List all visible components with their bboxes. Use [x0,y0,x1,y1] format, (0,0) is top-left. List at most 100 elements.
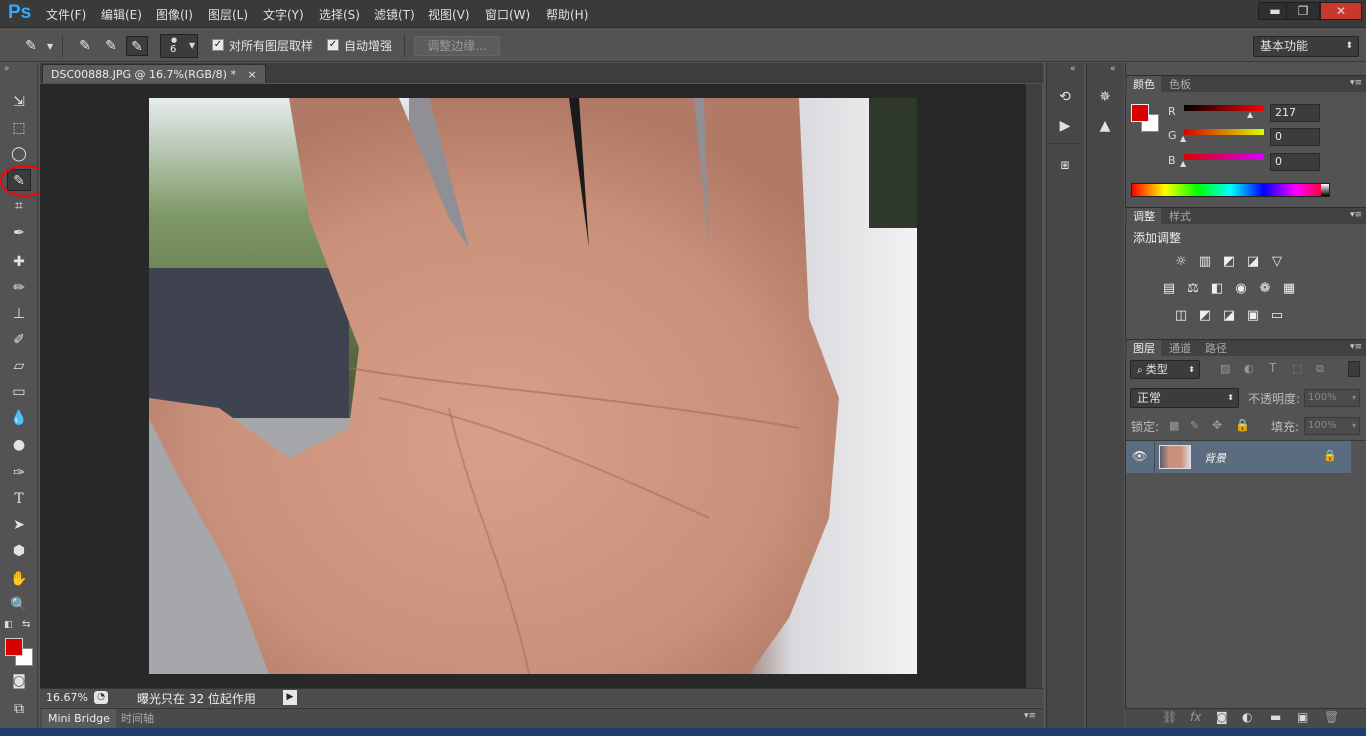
lock-transparent-icon[interactable]: ▩ [1169,419,1179,432]
histogram-icon[interactable]: ▲ [1093,115,1117,137]
fx-icon[interactable]: fx [1190,710,1201,724]
chevron-down-icon[interactable]: ▼ [47,42,53,51]
photo-canvas[interactable] [149,98,917,674]
panel-menu-icon[interactable]: ▾≡ [1024,711,1036,721]
eyedropper-tool-icon[interactable]: ✒ [7,222,31,244]
clone-stamp-tool-icon[interactable]: ⊥ [7,303,31,325]
menu-type[interactable]: 文字(Y) [263,6,304,23]
exposure-icon[interactable]: ◪ [1243,253,1263,271]
r-value-field[interactable]: 217 [1270,104,1320,122]
g-value-field[interactable]: 0 [1270,128,1320,146]
layer-name[interactable]: 背景 [1204,450,1226,466]
fill-field[interactable]: 100% ▾ [1304,417,1360,435]
brightness-contrast-icon[interactable]: ☼ [1171,253,1191,271]
collapse-icon[interactable]: » [4,64,10,74]
add-mask-icon[interactable]: ◙ [1216,710,1228,724]
levels-icon[interactable]: ▥ [1195,253,1215,271]
blur-tool-icon[interactable]: 💧 [7,407,31,429]
sample-all-layers-checkbox[interactable]: ✓ [212,39,224,51]
panel-menu-icon[interactable]: ▾≡ [1350,78,1362,88]
tab-channels[interactable]: 通道 [1163,340,1197,357]
restore-button[interactable]: ❐ [1286,2,1320,20]
status-info-icon[interactable]: ◔ [94,691,108,704]
quick-mask-icon[interactable]: ◙ [7,670,31,692]
document-tab[interactable]: DSC00888.JPG @ 16.7%(RGB/8) * × [42,64,266,83]
3d-panel-icon[interactable]: ⧆ [1053,154,1077,176]
vibrance-icon[interactable]: ▽ [1267,253,1287,271]
zoom-level[interactable]: 16.67% [46,691,88,704]
menu-view[interactable]: 视图(V) [428,6,470,23]
menu-image[interactable]: 图像(I) [156,6,193,23]
screen-mode-icon[interactable]: ⧉ [7,698,31,720]
gradient-tool-icon[interactable]: ▭ [7,381,31,403]
g-slider-thumb-icon[interactable]: ▲ [1180,134,1186,143]
filter-shape-icon[interactable]: ⬚ [1292,362,1302,375]
filter-adjustment-icon[interactable]: ◐ [1244,362,1254,375]
brush-size-picker[interactable]: ● 6 ▼ [160,34,198,58]
layer-filter-dropdown[interactable]: ⌕ 类型 ⬍ [1130,360,1200,379]
zoom-tool-icon[interactable]: 🔍 [7,594,31,616]
color-ramp-bw[interactable] [1321,184,1329,196]
link-layers-icon[interactable]: ⛓ [1162,710,1177,724]
adjustment-layer-icon[interactable]: ◐ [1242,710,1252,724]
workspace-dropdown[interactable]: 基本功能 ⬍ [1253,36,1359,57]
b-value-field[interactable]: 0 [1270,153,1320,171]
color-fg-swatch[interactable] [1131,104,1149,122]
tab-color[interactable]: 颜色 [1127,76,1161,93]
eraser-tool-icon[interactable]: ▱ [7,355,31,377]
type-tool-icon[interactable]: T [7,488,31,510]
menu-filter[interactable]: 滤镜(T) [374,6,415,23]
b-slider[interactable] [1184,154,1264,160]
lock-all-icon[interactable]: 🔒 [1235,418,1250,432]
marquee-tool-icon[interactable]: ⬚ [7,117,31,139]
layer-row[interactable]: 👁 背景 🔒 [1126,441,1351,473]
b-slider-thumb-icon[interactable]: ▲ [1180,159,1186,168]
swap-colors-icon[interactable]: ⇆ [22,619,30,630]
vertical-scrollbar[interactable] [1026,84,1042,688]
photo-filter-icon[interactable]: ◉ [1231,280,1251,298]
selective-color-icon[interactable]: ▣ [1243,307,1263,325]
status-menu-arrow-icon[interactable]: ▶ [283,690,297,705]
tab-adjustments[interactable]: 调整 [1127,208,1161,225]
shape-tool-icon[interactable]: ⬢ [7,540,31,562]
crop-tool-icon[interactable]: ⌗ [7,195,31,217]
healing-brush-tool-icon[interactable]: ✚ [7,251,31,273]
tab-timeline[interactable]: 时间轴 [118,709,157,728]
r-slider-thumb-icon[interactable]: ▲ [1247,110,1253,119]
tab-styles[interactable]: 样式 [1163,208,1197,225]
brush-tool-icon[interactable]: ✏ [7,277,31,299]
color-lookup-icon[interactable]: ▦ [1279,280,1299,298]
tab-swatches[interactable]: 色板 [1163,76,1197,93]
pen-tool-icon[interactable]: ✑ [7,462,31,484]
document-tab-close-icon[interactable]: × [247,68,256,81]
tab-mini-bridge[interactable]: Mini Bridge [42,709,116,728]
new-layer-icon[interactable]: ▣ [1297,710,1308,724]
quick-selection-preset-icon[interactable]: ✎ [20,36,42,56]
expand-icon[interactable]: « [1070,64,1076,74]
new-selection-brush-icon[interactable]: ✎ [74,36,96,56]
refine-edge-button[interactable]: 调整边缘... [414,36,500,56]
move-tool-icon[interactable]: ⇲ [7,91,31,113]
path-selection-tool-icon[interactable]: ➤ [7,514,31,536]
brush-presets-icon[interactable]: ✵ [1093,86,1117,108]
menu-edit[interactable]: 编辑(E) [101,6,142,23]
invert-icon[interactable]: ◫ [1171,307,1191,325]
expand-icon[interactable]: « [1110,64,1116,74]
delete-layer-icon[interactable]: 🗑 [1324,710,1339,724]
g-slider[interactable] [1184,129,1264,135]
menu-file[interactable]: 文件(F) [46,6,86,23]
new-group-icon[interactable]: ▬ [1270,710,1281,724]
color-balance-icon[interactable]: ⚖ [1183,280,1203,298]
subtract-from-selection-brush-icon[interactable]: ✎ [126,36,148,56]
eye-icon[interactable]: 👁 [1132,449,1147,463]
filter-pixel-icon[interactable]: ▨ [1220,362,1230,375]
posterize-icon[interactable]: ◩ [1195,307,1215,325]
dodge-tool-icon[interactable]: ● [7,434,31,456]
threshold-icon[interactable]: ◪ [1219,307,1239,325]
lock-position-icon[interactable]: ✥ [1212,418,1222,432]
color-ramp[interactable] [1131,183,1330,197]
blend-mode-dropdown[interactable]: 正常 ⬍ [1130,388,1239,408]
channel-mixer-icon[interactable]: ❁ [1255,280,1275,298]
hue-saturation-icon[interactable]: ▤ [1159,280,1179,298]
history-brush-tool-icon[interactable]: ✐ [7,329,31,351]
